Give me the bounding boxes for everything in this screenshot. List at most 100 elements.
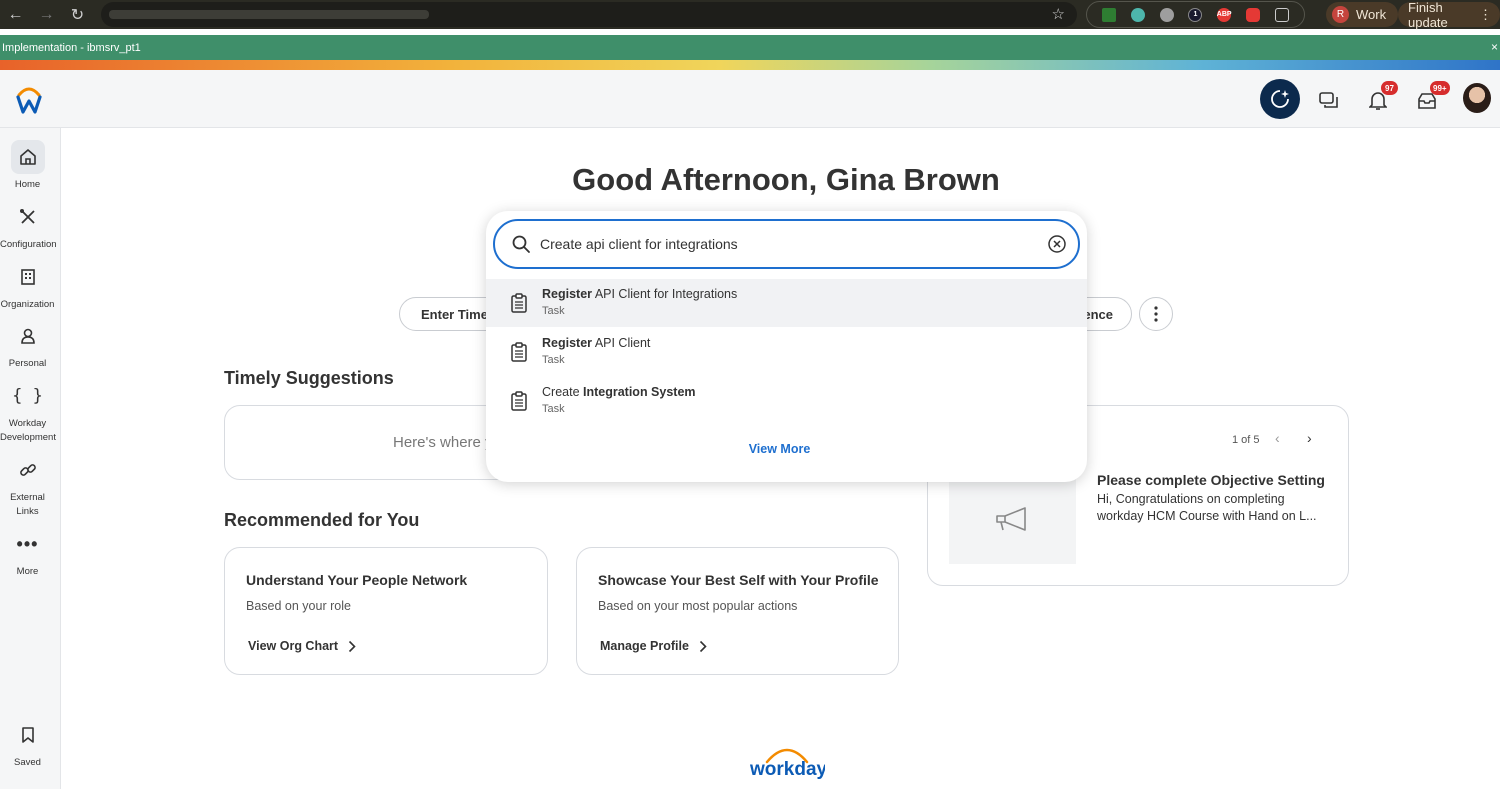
adblock-ext-icon[interactable]: ABP bbox=[1217, 7, 1232, 22]
search-result-title: Register API Client for Integrations bbox=[542, 287, 738, 301]
previous-page-icon[interactable]: ‹ bbox=[1275, 430, 1280, 446]
finish-update-button[interactable]: Finish update ⋮ bbox=[1398, 0, 1500, 30]
link-icon bbox=[11, 453, 45, 487]
recommendation-card: Understand Your People Network Based on … bbox=[224, 547, 548, 675]
recommendation-card: Showcase Your Best Self with Your Profil… bbox=[576, 547, 899, 675]
url-text-redacted bbox=[109, 10, 429, 19]
bookmark-star-icon[interactable]: ☆ bbox=[1052, 5, 1065, 23]
search-input[interactable] bbox=[540, 232, 1030, 256]
recommendation-subtitle: Based on your role bbox=[246, 599, 351, 613]
footer-logo-text: workday. bbox=[749, 759, 825, 780]
chevron-right-icon bbox=[349, 640, 356, 652]
enter-time-label: Enter Time bbox=[421, 306, 488, 322]
notifications-count-badge: 97 bbox=[1381, 81, 1398, 95]
task-clipboard-icon bbox=[511, 293, 527, 313]
sync-ext-icon[interactable] bbox=[1159, 7, 1174, 22]
sidebar-item-label: Personal bbox=[8, 358, 47, 369]
search-result-type: Task bbox=[542, 305, 565, 317]
recommendation-title: Understand Your People Network bbox=[246, 572, 468, 588]
back-icon[interactable]: ← bbox=[0, 6, 31, 24]
chevron-right-icon bbox=[699, 640, 707, 652]
manage-profile-link[interactable]: Manage Profile bbox=[600, 639, 707, 653]
search-result-item[interactable]: Register API Client Task bbox=[486, 328, 1087, 376]
search-dropdown: Register API Client for Integrations Tas… bbox=[486, 211, 1087, 482]
search-result-item[interactable]: Register API Client for Integrations Tas… bbox=[486, 279, 1087, 327]
recommendation-title: Showcase Your Best Self with Your Profil… bbox=[598, 572, 879, 588]
assistant-button[interactable] bbox=[1260, 79, 1300, 119]
clear-search-icon[interactable] bbox=[1047, 234, 1067, 254]
manage-profile-label: Manage Profile bbox=[600, 639, 689, 653]
sidebar-item-label: Configuration bbox=[0, 239, 57, 250]
search-result-type: Task bbox=[542, 354, 565, 366]
sidebar-item-label: More bbox=[16, 566, 39, 577]
sidebar-item-configuration[interactable]: Configuration bbox=[0, 200, 57, 252]
next-page-icon[interactable]: › bbox=[1307, 430, 1312, 446]
search-field[interactable] bbox=[493, 219, 1080, 269]
timely-suggestions-title: Timely Suggestions bbox=[224, 368, 394, 388]
onepassword-ext-icon[interactable]: 1 bbox=[1188, 7, 1203, 22]
sidebar-item-workday-development[interactable]: { } Workday Development bbox=[0, 379, 56, 445]
sidebar-item-saved[interactable]: Saved bbox=[0, 718, 55, 770]
search-result-title: Create Integration System bbox=[542, 385, 696, 399]
workday-footer-logo: workday. bbox=[749, 748, 825, 780]
search-result-type: Task bbox=[542, 403, 565, 415]
tenant-label: Implementation - ibmsrv_pt1 bbox=[2, 41, 141, 54]
vertical-dots-icon bbox=[1154, 306, 1158, 322]
task-clipboard-icon bbox=[511, 342, 527, 362]
tools-icon bbox=[11, 200, 45, 234]
bookmark-icon bbox=[11, 718, 45, 752]
braces-icon: { } bbox=[12, 386, 43, 406]
sidebar-item-label: Workday Development bbox=[0, 418, 56, 443]
view-org-chart-label: View Org Chart bbox=[248, 639, 339, 653]
profile-chip[interactable]: R Work bbox=[1326, 2, 1399, 27]
search-result-item[interactable]: Create Integration System Task bbox=[486, 377, 1087, 425]
announcement-image bbox=[949, 476, 1076, 564]
workday-logo-icon[interactable] bbox=[16, 83, 42, 115]
profile-avatar: R bbox=[1332, 6, 1349, 23]
search-result-title: Register API Client bbox=[542, 336, 651, 350]
home-icon bbox=[10, 140, 45, 174]
reload-icon[interactable]: ↻ bbox=[62, 5, 93, 25]
shield-ext-icon[interactable] bbox=[1131, 7, 1146, 22]
sidebar-item-external-links[interactable]: External Links bbox=[0, 453, 55, 519]
view-org-chart-link[interactable]: View Org Chart bbox=[248, 639, 356, 653]
app-header: 97 99+ bbox=[0, 70, 1500, 128]
person-icon bbox=[11, 319, 45, 353]
sidebar-item-home[interactable]: Home bbox=[0, 140, 55, 192]
more-actions-button[interactable] bbox=[1139, 297, 1173, 331]
view-more-link[interactable]: View More bbox=[486, 442, 1073, 456]
recommended-title: Recommended for You bbox=[224, 510, 420, 530]
megaphone-icon bbox=[995, 507, 1026, 531]
left-sidebar: Home Configuration Organization Personal… bbox=[0, 128, 61, 789]
close-icon[interactable]: × bbox=[1491, 40, 1498, 54]
user-avatar[interactable] bbox=[1463, 83, 1491, 113]
page-greeting: Good Afternoon, Gina Brown bbox=[572, 162, 1000, 197]
timely-suggestion-text: Here's where y bbox=[393, 434, 493, 451]
extensions-area: 1 ABP bbox=[1086, 1, 1305, 28]
assistant-icon bbox=[1271, 90, 1289, 108]
download-ext-icon[interactable] bbox=[1102, 7, 1117, 22]
absence-label: ence bbox=[1083, 306, 1113, 322]
announcement-pager: 1 of 5 bbox=[1232, 434, 1260, 446]
sidebar-item-more[interactable]: ••• More bbox=[0, 527, 55, 579]
forward-icon[interactable]: → bbox=[31, 6, 62, 24]
puzzle-icon[interactable] bbox=[1274, 7, 1289, 22]
recommendation-subtitle: Based on your most popular actions bbox=[598, 599, 798, 613]
security-ext-icon[interactable] bbox=[1245, 7, 1260, 22]
kebab-menu-icon[interactable]: ⋮ bbox=[1479, 7, 1492, 23]
task-clipboard-icon bbox=[511, 391, 527, 411]
sidebar-item-label: External Links bbox=[10, 492, 45, 517]
chat-icon[interactable] bbox=[1314, 86, 1344, 116]
sidebar-item-label: Home bbox=[14, 179, 41, 190]
finish-update-label: Finish update bbox=[1408, 0, 1448, 30]
inbox-count-badge: 99+ bbox=[1430, 81, 1450, 95]
sidebar-item-organization[interactable]: Organization bbox=[0, 260, 55, 312]
announcement-body: Hi, Congratulations on completing workda… bbox=[1097, 492, 1317, 523]
announcement-title[interactable]: Please complete Objective Setting bbox=[1097, 472, 1325, 488]
sidebar-item-label: Organization bbox=[0, 299, 55, 310]
tenant-banner: Implementation - ibmsrv_pt1 × bbox=[0, 35, 1500, 60]
profile-label: Work bbox=[1356, 7, 1387, 22]
building-icon bbox=[11, 260, 45, 294]
sidebar-item-personal[interactable]: Personal bbox=[0, 319, 55, 371]
address-bar[interactable]: ☆ bbox=[101, 2, 1077, 27]
